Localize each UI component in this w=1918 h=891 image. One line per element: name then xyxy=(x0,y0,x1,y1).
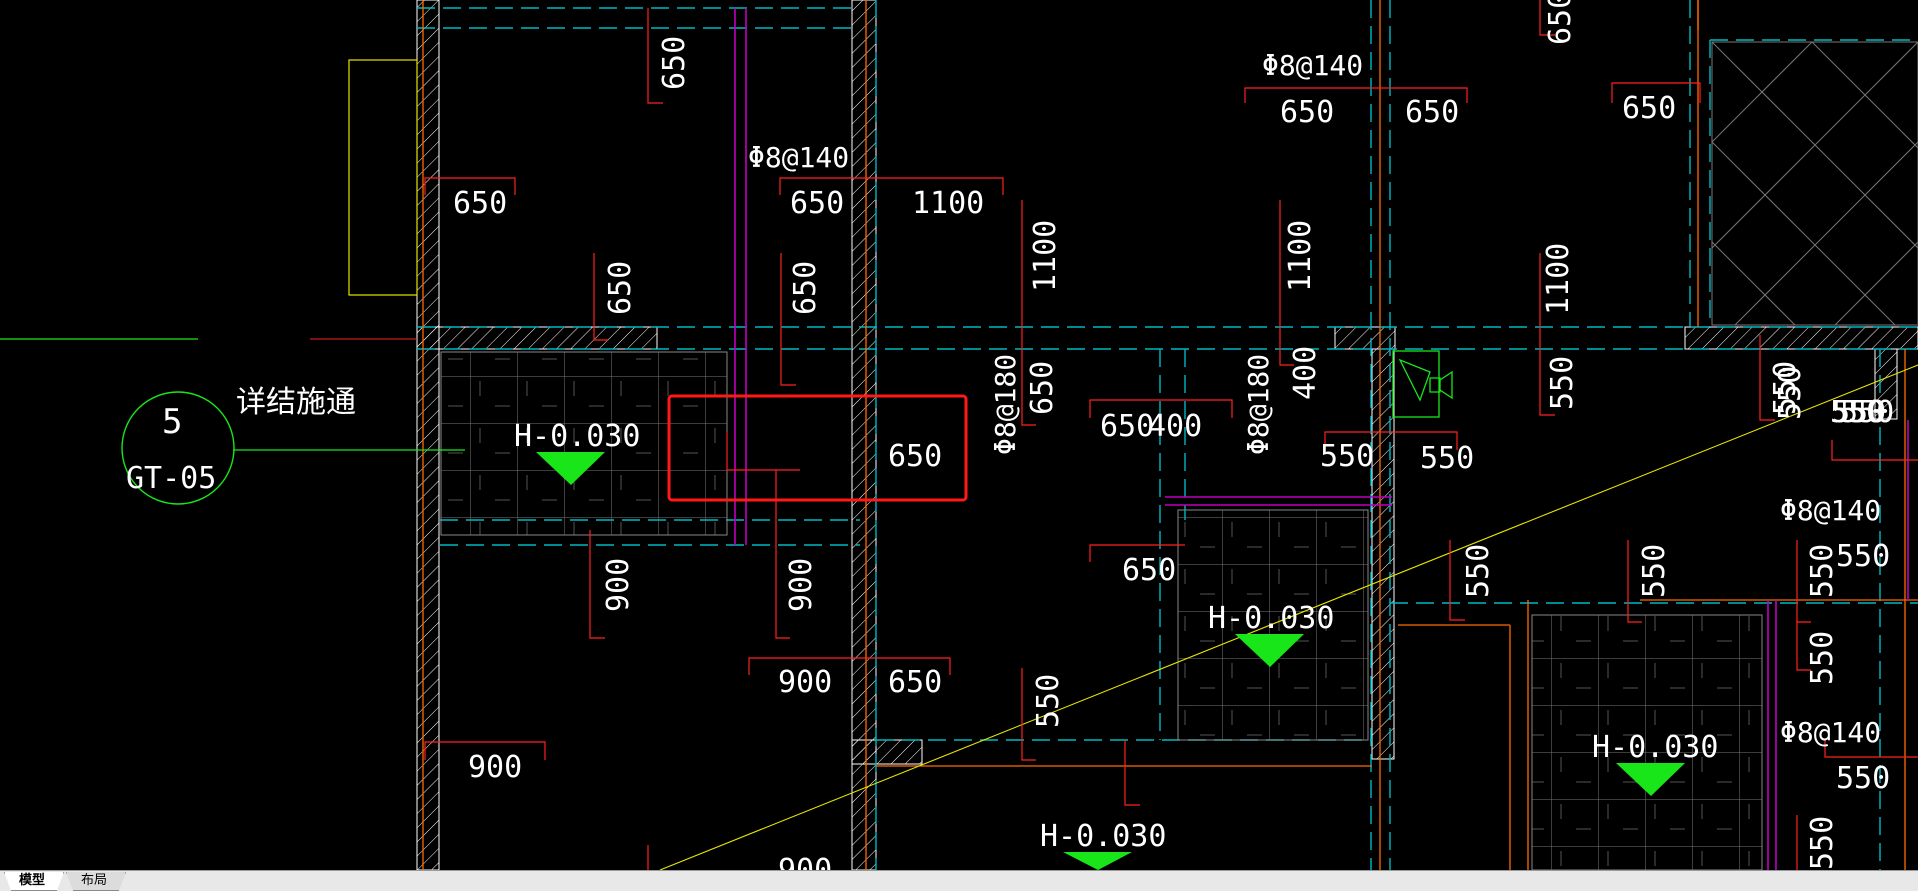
rebar-label: Φ8@180 xyxy=(1242,354,1275,455)
dim-label: 550 xyxy=(1461,544,1496,598)
dim-label: 650 xyxy=(1100,409,1154,444)
detail-callout: 5 GT-05 详结施通 xyxy=(121,385,356,505)
tab-layout[interactable]: 布局 xyxy=(66,872,127,891)
crossed-opening xyxy=(1711,41,1918,326)
dim-label: 900 xyxy=(778,665,832,700)
dim-label: 550 xyxy=(1836,539,1890,574)
dim-label: 650 xyxy=(790,186,844,221)
dim-label: 400 xyxy=(1288,346,1323,400)
dim-label: 650 xyxy=(1543,0,1578,45)
elevation-label: H-0.030 xyxy=(514,419,640,454)
rebar-label: Φ8@180 xyxy=(989,354,1022,455)
dim-label: 550 xyxy=(1805,631,1840,685)
dim-label: 900 xyxy=(778,853,832,870)
dim-label: 900 xyxy=(601,558,636,612)
layout-tab-bar: 模型 布局 xyxy=(0,870,1918,891)
elevation-label: H-0.030 xyxy=(1040,819,1166,854)
elevation-label: H-0.030 xyxy=(1592,730,1718,765)
dim-label: 550 xyxy=(1320,439,1374,474)
rebar-label: Φ8@140 xyxy=(1780,494,1881,527)
dim-label: 650 xyxy=(603,261,638,315)
dim-label: 400 xyxy=(1148,409,1202,444)
drain-symbol xyxy=(1392,350,1453,418)
dim-label: 650 xyxy=(1025,361,1060,415)
dim-label: 650 xyxy=(657,36,692,90)
dim-label: 1100 xyxy=(1283,220,1318,292)
callout-sheet: GT-05 xyxy=(126,461,216,496)
callout-note: 详结施通 xyxy=(236,385,356,420)
dim-label: 650 xyxy=(888,439,942,474)
dim-label: 650 xyxy=(1622,91,1676,126)
dim-label: 900 xyxy=(784,558,819,612)
dim-label: 550 xyxy=(1773,366,1808,420)
dim-label: 550 xyxy=(1031,674,1066,728)
dim-label: 550 xyxy=(1420,441,1474,476)
rebar-label: Φ8@140 xyxy=(748,141,849,174)
dim-label: 1100 xyxy=(1541,243,1576,315)
dim-label: 550 xyxy=(1545,356,1580,410)
dim-label: 550 xyxy=(1836,761,1890,796)
dim-label: 650 xyxy=(788,261,823,315)
dim-label: 1100 xyxy=(1028,220,1063,292)
dim-label: 550 xyxy=(1805,544,1840,598)
callout-number: 5 xyxy=(162,402,182,442)
dim-label: 550 xyxy=(1805,816,1840,870)
cad-drawing-canvas[interactable]: 650 650 650 1100 650 650 650 1100 650 65… xyxy=(0,0,1918,870)
elevation-label: H-0.030 xyxy=(1208,601,1334,636)
tab-model[interactable]: 模型 xyxy=(4,872,65,891)
dim-label: 550 xyxy=(1637,544,1672,598)
dim-label: 650 xyxy=(1122,553,1176,588)
dim-label: 650 xyxy=(1405,95,1459,130)
elevation-triangle xyxy=(1063,852,1132,870)
rebar-label: Φ8@140 xyxy=(1780,716,1881,749)
dim-label: 650 xyxy=(453,186,507,221)
dim-label: 650 xyxy=(888,665,942,700)
dim-label: 900 xyxy=(468,750,522,785)
dim-label: 550 xyxy=(1840,395,1894,430)
dim-label: 650 xyxy=(1280,95,1334,130)
rebar-label: Φ8@140 xyxy=(1262,49,1363,82)
dim-label: 1100 xyxy=(912,186,984,221)
